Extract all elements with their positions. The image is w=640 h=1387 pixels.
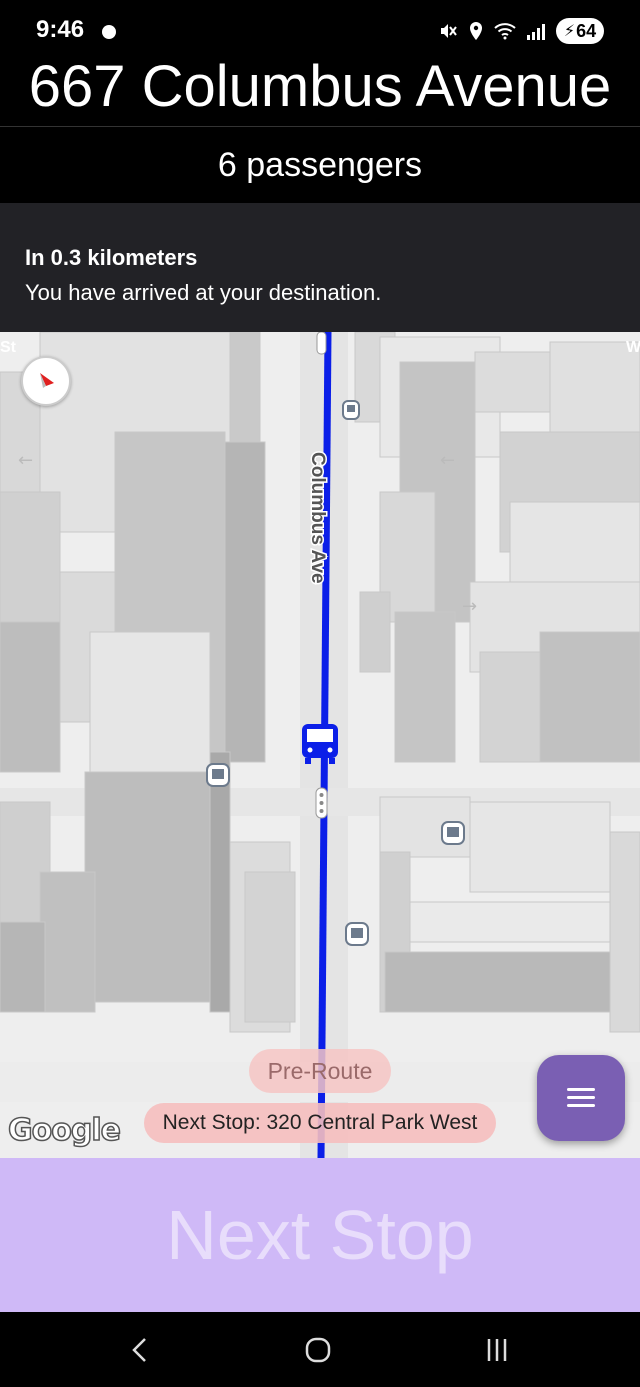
home-icon [305,1337,331,1363]
svg-text:←: ← [18,450,33,471]
nav-distance: In 0.3 kilometers [25,245,198,270]
compass-button[interactable] [21,356,71,406]
back-button[interactable] [120,1332,160,1368]
bus-icon [302,724,338,764]
edge-label-right: W [626,339,640,356]
map-canvas: Columbus Ave St W ← ← → [0,332,640,1158]
mute-icon [441,24,457,38]
recording-dot-icon [102,25,116,39]
transit-stop-icon[interactable] [441,821,465,845]
compass-icon [40,373,54,388]
map-view[interactable]: Columbus Ave St W ← ← → Google [0,332,640,1158]
street-label: Columbus Ave [307,452,328,584]
pre-route-badge: Pre-Route [249,1049,391,1093]
next-stop-button[interactable]: Next Stop [0,1158,640,1312]
nav-instruction: You have arrived at your destination. [25,280,382,305]
passenger-count: 6 passengers [217,146,423,184]
battery-level: 64 [576,20,597,41]
battery-charging-icon: ⚡ [563,23,576,40]
transit-stop-icon[interactable] [345,922,369,946]
navigation-banner: In 0.3 kilometers You have arrived at yo… [0,203,640,332]
wifi-icon [494,23,516,40]
transit-stop-icon[interactable] [342,400,360,420]
recents-button[interactable] [477,1332,517,1368]
menu-button[interactable] [537,1055,625,1141]
transit-stop-icon[interactable] [206,763,230,787]
signal-icon [527,24,545,40]
location-icon [470,22,482,40]
edge-label-left: St [0,339,17,356]
home-button[interactable] [298,1332,338,1368]
back-icon [132,1338,146,1362]
status-bar: 9:46 ⚡ 64 [0,0,640,60]
hamburger-menu-icon [567,1088,595,1091]
hamburger-menu-line [567,1104,595,1107]
next-stop-info: Next Stop: 320 Central Park West [144,1103,496,1143]
battery-indicator: ⚡ 64 [556,18,604,44]
svg-text:←: ← [440,450,455,471]
destination-address: 667 Columbus Avenue [28,54,612,119]
status-icons: ⚡ 64 [438,17,604,45]
recents-icon [487,1339,507,1361]
svg-text:→: → [462,596,477,617]
status-time: 9:46 [36,16,85,43]
header-divider [0,126,640,127]
system-navigation-bar [0,1312,640,1387]
hamburger-menu-line [567,1096,595,1099]
google-logo: Google [7,1112,121,1149]
